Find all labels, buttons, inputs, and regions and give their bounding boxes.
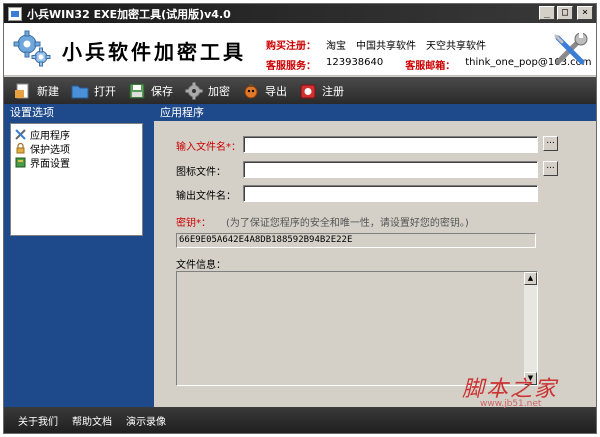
help-docs-link[interactable]: 帮助文档 (72, 413, 112, 428)
footer-bar: 关于我们 帮助文档 演示录像 (4, 407, 596, 433)
maximize-button[interactable]: □ (557, 6, 573, 20)
lock-icon (16, 142, 25, 153)
new-button-label: 新建 (37, 84, 59, 98)
open-button[interactable]: 打开 (71, 79, 124, 103)
key-label: 密钥*： (176, 218, 211, 229)
register-button-label: 注册 (322, 84, 344, 98)
buy-link-sky-shareware[interactable]: 天空共享软件 (426, 37, 486, 52)
icon-file-field[interactable] (243, 161, 538, 178)
settings-tree: 应用程序 保护选项 界面设置 (10, 123, 143, 236)
new-file-icon (15, 83, 29, 98)
encrypt-button-label: 加密 (208, 84, 230, 98)
service-row: 客服服务： 123938640 客服邮箱： think_one_pop@163.… (266, 57, 591, 72)
tree-item-protection[interactable]: 保护选项 (15, 141, 138, 156)
export-button[interactable]: 导出 (242, 79, 295, 103)
new-button[interactable]: 新建 (14, 79, 67, 103)
encrypt-button[interactable]: 加密 (185, 79, 238, 103)
watermark: 脚本之家 www.jb51.net (462, 371, 558, 409)
settings-panel: 应用程序 保护选项 界面设置 (4, 121, 154, 407)
file-info-scrollbar[interactable]: ▲ ▼ (524, 272, 537, 385)
about-us-link[interactable]: 关于我们 (18, 413, 58, 428)
key-hint: (为了保证您程序的安全和唯一性，请设置好您的密钥。) (226, 218, 469, 229)
file-info-area[interactable]: ▲ ▼ (176, 271, 538, 386)
window-title: 小兵WIN32 EXE加密工具(试用版)v4.0 (27, 7, 231, 21)
buy-link-taobao[interactable]: 淘宝 (326, 37, 346, 52)
tools-icon (15, 128, 26, 140)
register-icon (300, 84, 316, 98)
minimize-button[interactable]: _ (539, 6, 555, 20)
open-button-label: 打开 (94, 84, 116, 98)
book-icon (15, 157, 26, 167)
app-window: 小兵WIN32 EXE加密工具(试用版)v4.0 _ □ × 小兵软件加密工具 … (3, 3, 597, 434)
gears-logo-icon (13, 30, 51, 67)
wrench-screwdriver-icon (554, 32, 588, 65)
output-file-field[interactable] (243, 185, 538, 202)
buy-register-row: 购买注册： 淘宝 中国共享软件 天空共享软件 (266, 37, 486, 52)
main-toolbar: 新建 打开 保存 加密 导出 注册 (4, 77, 596, 104)
file-info-label: 文件信息： (176, 260, 226, 271)
tree-item-label: 应用程序 (30, 130, 70, 142)
export-button-label: 导出 (265, 84, 287, 98)
settings-panel-title: 设置选项 (4, 104, 154, 121)
output-file-label: 输出文件名： (176, 191, 236, 202)
scroll-up-button[interactable]: ▲ (524, 272, 537, 285)
application-panel: 输入文件名*： ... 图标文件： ... 输出文件名： 密钥*： (为了保证您… (154, 121, 596, 407)
buy-link-china-shareware[interactable]: 中国共享软件 (356, 37, 416, 52)
watermark-url: www.jb51.net (480, 399, 542, 409)
register-button[interactable]: 注册 (299, 79, 352, 103)
tree-item-label: 界面设置 (30, 158, 70, 170)
title-bar[interactable]: 小兵WIN32 EXE加密工具(试用版)v4.0 _ □ × (4, 4, 596, 23)
input-file-browse-button[interactable]: ... (543, 136, 558, 151)
window-controls: _ □ × (539, 6, 593, 20)
demo-video-link[interactable]: 演示录像 (126, 413, 166, 428)
icon-file-label: 图标文件： (176, 167, 226, 178)
brand-title: 小兵软件加密工具 (62, 40, 246, 64)
service-qq: 123938640 (326, 57, 384, 68)
input-file-field[interactable] (243, 136, 538, 153)
save-button[interactable]: 保存 (128, 79, 181, 103)
banner: 小兵软件加密工具 购买注册： 淘宝 中国共享软件 天空共享软件 客服服务： 12… (4, 23, 596, 76)
email-label: 客服邮箱： (405, 61, 456, 72)
open-folder-icon (71, 85, 89, 98)
input-file-label: 输入文件名*： (176, 142, 241, 153)
save-icon (129, 83, 145, 98)
close-button[interactable]: × (577, 6, 593, 20)
application-panel-title: 应用程序 (154, 104, 596, 121)
buy-label: 购买注册： (266, 41, 316, 52)
tree-item-application[interactable]: 应用程序 (15, 127, 138, 142)
export-icon (244, 83, 258, 98)
save-button-label: 保存 (151, 84, 173, 98)
icon-file-browse-button[interactable]: ... (543, 161, 558, 176)
tree-item-label: 保护选项 (30, 144, 70, 156)
service-label: 客服服务： (266, 61, 316, 72)
app-icon (8, 6, 22, 21)
tree-item-interface[interactable]: 界面设置 (15, 155, 138, 170)
gear-icon (185, 82, 203, 99)
key-field[interactable]: 66E9E05A642E4A8DB188592B94B2E22E (176, 233, 536, 248)
